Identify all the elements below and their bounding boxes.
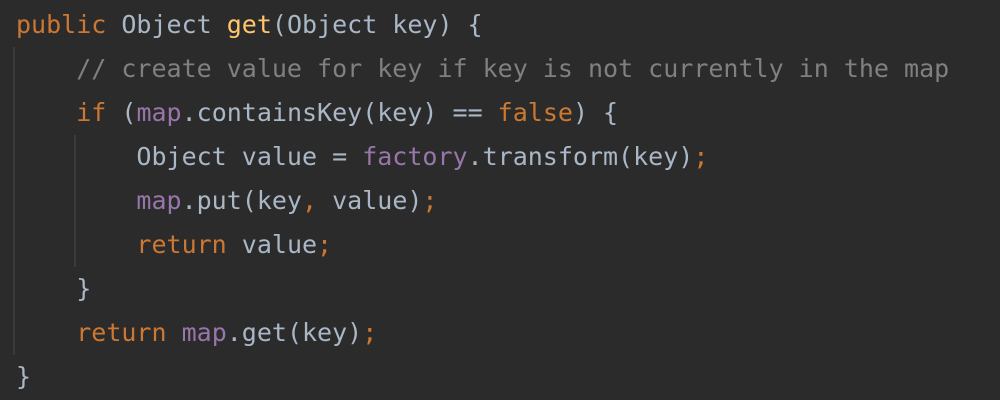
code-token-plain: .get(key) [226,318,363,347]
code-token-plain: Object value = [16,142,363,171]
code-token-keyword: if [76,98,107,127]
code-line-2[interactable]: // create value for key if key is not cu… [16,47,949,91]
code-token-keyword: , [302,186,318,215]
code-line-1[interactable]: public Object get(Object key) { [16,3,483,47]
code-token-plain: .containsKey(key) == [181,98,498,127]
indent-guide-outer [13,47,15,355]
code-token-comment: // create value for key if key is not cu… [76,54,950,83]
code-token-keyword: ; [693,142,709,171]
code-token-keyword: return [76,318,167,347]
code-token-plain: .transform(key) [467,142,694,171]
code-line-8[interactable]: return map.get(key); [16,311,377,355]
code-line-3[interactable]: if (map.containsKey(key) == false) { [16,91,618,135]
code-token-keyword: ; [317,230,333,259]
code-token-plain: ) { [572,98,619,127]
code-token-keyword: ; [422,186,438,215]
code-line-4[interactable]: Object value = factory.transform(key); [16,135,708,179]
code-editor[interactable]: public Object get(Object key) { // creat… [0,0,1000,400]
code-token-plain: .put(key [181,186,302,215]
code-token-keyword: false [497,98,573,127]
code-token-plain: Object [106,10,227,39]
code-token-keyword: public [16,10,107,39]
code-token-plain: } [16,274,92,303]
code-line-5[interactable]: map.put(key, value); [16,179,437,223]
code-token-plain: } [16,362,32,391]
code-token-field: map [181,318,227,347]
code-line-7[interactable]: } [16,267,91,311]
code-token-plain: value [226,230,318,259]
code-token-keyword: return [136,230,227,259]
code-token-field: factory [362,142,468,171]
code-token-method: get [226,10,272,39]
code-line-9[interactable]: } [16,355,31,399]
code-line-6[interactable]: return value; [16,223,332,267]
code-token-field: map [136,98,182,127]
code-token-plain: (Object key) { [271,10,483,39]
code-token-field: map [136,186,182,215]
code-token-keyword: ; [362,318,378,347]
code-token-plain: value) [317,186,423,215]
code-token-plain: ( [106,98,137,127]
